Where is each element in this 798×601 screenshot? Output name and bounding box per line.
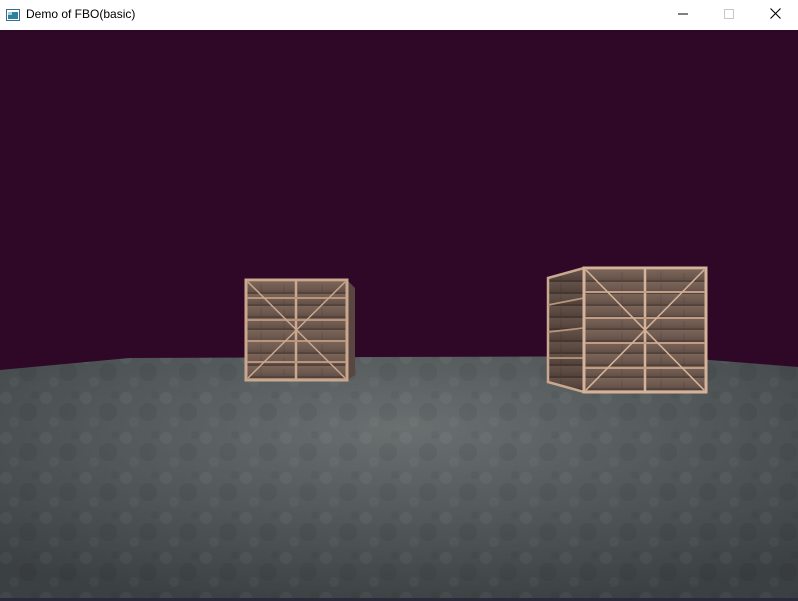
crate-left: [244, 278, 355, 382]
app-window: Demo of FBO(basic): [0, 0, 798, 601]
window-title: Demo of FBO(basic): [26, 7, 136, 21]
title-bar[interactable]: Demo of FBO(basic): [0, 0, 798, 30]
scene-canvas: [0, 30, 798, 598]
maximize-button[interactable]: [706, 0, 752, 30]
crate-right: [546, 266, 708, 394]
app-icon: [6, 8, 20, 21]
render-viewport[interactable]: [0, 30, 798, 598]
maximize-icon: [724, 6, 734, 24]
close-icon: [769, 6, 781, 24]
minimize-icon: [678, 6, 688, 24]
close-button[interactable]: [752, 0, 798, 30]
minimize-button[interactable]: [660, 0, 706, 30]
